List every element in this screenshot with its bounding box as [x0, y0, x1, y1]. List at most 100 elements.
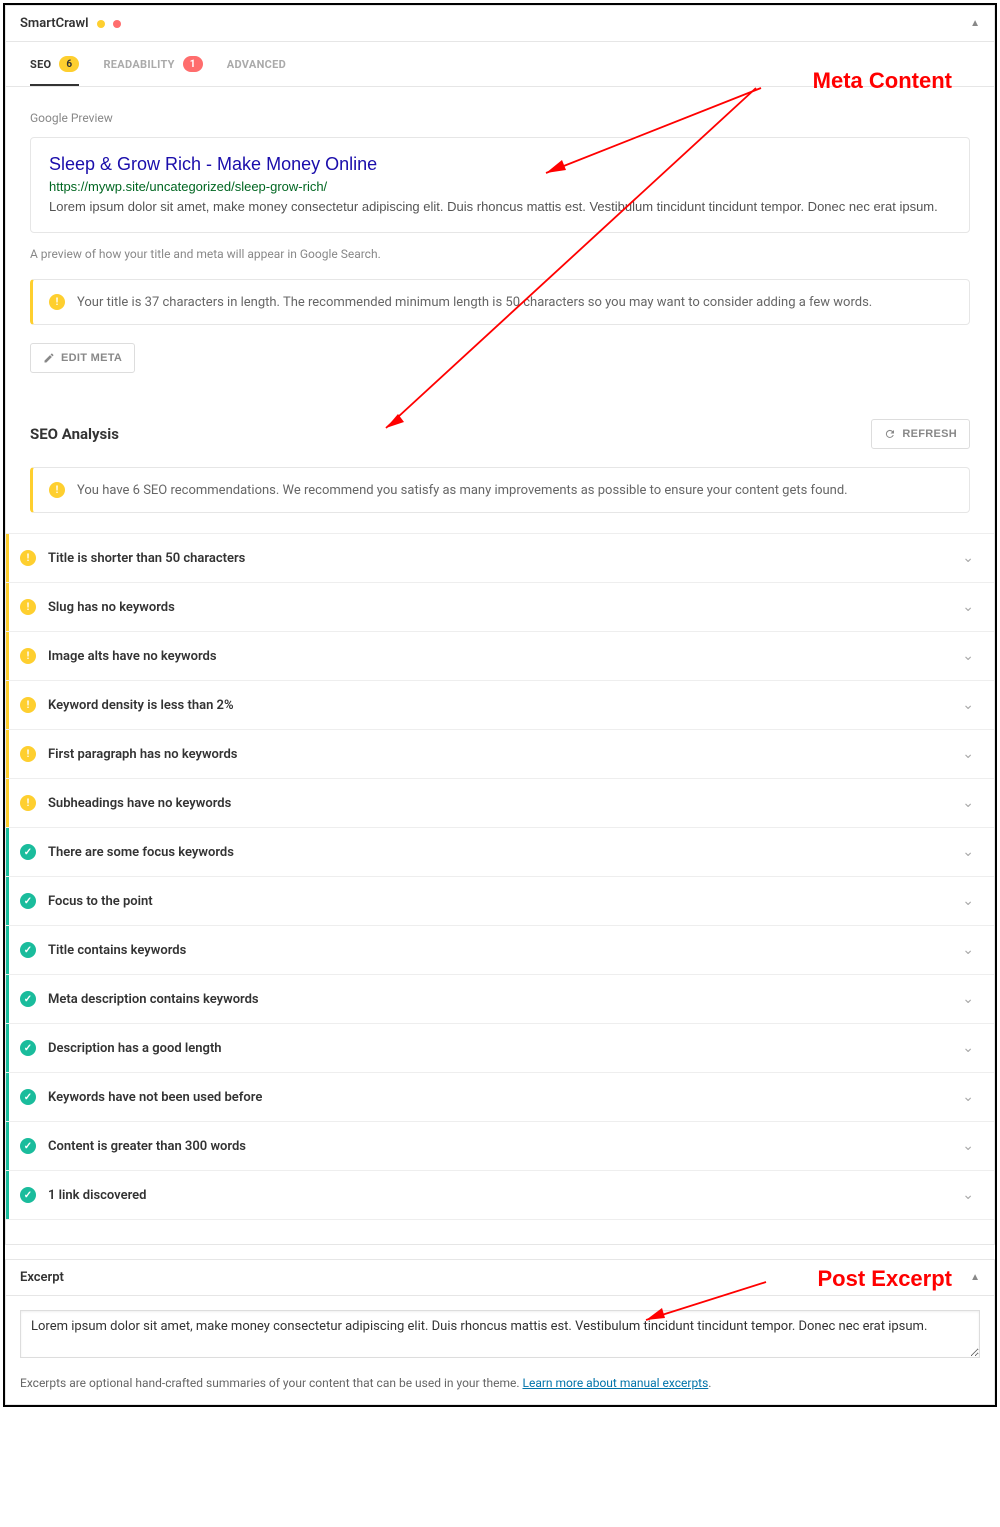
- analysis-item[interactable]: ! Image alts have no keywords ⌄: [6, 631, 994, 680]
- analysis-item[interactable]: ! First paragraph has no keywords ⌄: [6, 729, 994, 778]
- analysis-item[interactable]: ! Subheadings have no keywords ⌄: [6, 778, 994, 827]
- check-icon: ✓: [20, 844, 36, 860]
- excerpt-help: Excerpts are optional hand-crafted summa…: [6, 1376, 994, 1404]
- chevron-down-icon: ⌄: [962, 697, 974, 713]
- analysis-item-label: 1 link discovered: [48, 1188, 146, 1203]
- notice-text: Your title is 37 characters in length. T…: [77, 295, 872, 310]
- chevron-down-icon: ⌄: [962, 1089, 974, 1105]
- analysis-item[interactable]: ✓ There are some focus keywords ⌄: [6, 827, 994, 876]
- refresh-icon: [884, 428, 896, 440]
- check-icon: ✓: [20, 893, 36, 909]
- analysis-items: ! Title is shorter than 50 characters ⌄! Sl…: [6, 533, 994, 1220]
- excerpt-textarea[interactable]: [20, 1310, 980, 1358]
- analysis-item-label: First paragraph has no keywords: [48, 747, 237, 762]
- analysis-item[interactable]: ✓ 1 link discovered ⌄: [6, 1170, 994, 1219]
- edit-meta-label: EDIT META: [61, 352, 122, 364]
- analysis-item-label: Slug has no keywords: [48, 600, 175, 615]
- panel-header[interactable]: SmartCrawl ▲: [6, 6, 994, 42]
- analysis-item-label: Keyword density is less than 2%: [48, 698, 234, 713]
- analysis-item-label: Keywords have not been used before: [48, 1090, 262, 1105]
- check-icon: ✓: [20, 1187, 36, 1203]
- excerpt-help-link[interactable]: Learn more about manual excerpts: [523, 1376, 709, 1390]
- analysis-item[interactable]: ! Slug has no keywords ⌄: [6, 582, 994, 631]
- excerpt-panel: Excerpt ▲ Excerpts are optional hand-cra…: [5, 1259, 995, 1405]
- chevron-down-icon: ⌄: [962, 942, 974, 958]
- analysis-item-label: Title contains keywords: [48, 943, 186, 958]
- check-icon: ✓: [20, 1089, 36, 1105]
- seo-analysis-title: SEO Analysis: [30, 425, 119, 443]
- title-length-notice: ! Your title is 37 characters in length.…: [30, 279, 970, 325]
- chevron-down-icon: ⌄: [962, 844, 974, 860]
- analysis-item-label: Subheadings have no keywords: [48, 796, 231, 811]
- chevron-down-icon: ⌄: [962, 648, 974, 664]
- analysis-item[interactable]: ✓ Meta description contains keywords ⌄: [6, 974, 994, 1023]
- pencil-icon: [43, 352, 55, 364]
- smartcrawl-panel: SmartCrawl ▲ SEO 6 READABILITY 1 ADVANCE…: [5, 5, 995, 1245]
- tab-readability[interactable]: READABILITY 1: [103, 42, 202, 86]
- collapse-icon[interactable]: ▲: [970, 18, 980, 29]
- annotation-post-excerpt: Post Excerpt: [818, 1266, 953, 1292]
- warning-icon: !: [20, 795, 36, 811]
- analysis-item-label: Meta description contains keywords: [48, 992, 259, 1007]
- warning-icon: !: [20, 697, 36, 713]
- analysis-item[interactable]: ✓ Content is greater than 300 words ⌄: [6, 1121, 994, 1170]
- chevron-down-icon: ⌄: [962, 746, 974, 762]
- check-icon: ✓: [20, 991, 36, 1007]
- tab-advanced-label: ADVANCED: [227, 58, 286, 71]
- tab-readability-badge: 1: [183, 56, 203, 72]
- edit-meta-button[interactable]: EDIT META: [30, 343, 135, 373]
- warning-icon: !: [49, 294, 65, 310]
- tab-readability-label: READABILITY: [103, 58, 174, 71]
- analysis-item[interactable]: ✓ Description has a good length ⌄: [6, 1023, 994, 1072]
- warning-icon: !: [49, 482, 65, 498]
- analysis-item[interactable]: ✓ Focus to the point ⌄: [6, 876, 994, 925]
- analysis-notice-text: You have 6 SEO recommendations. We recom…: [77, 483, 848, 498]
- excerpt-title: Excerpt: [20, 1270, 64, 1285]
- tab-seo-label: SEO: [30, 58, 51, 71]
- chevron-down-icon: ⌄: [962, 893, 974, 909]
- chevron-down-icon: ⌄: [962, 550, 974, 566]
- check-icon: ✓: [20, 942, 36, 958]
- chevron-down-icon: ⌄: [962, 1138, 974, 1154]
- warning-icon: !: [20, 746, 36, 762]
- refresh-label: REFRESH: [902, 428, 957, 440]
- tab-seo[interactable]: SEO 6: [30, 42, 79, 86]
- status-dot-warning-icon: [97, 20, 105, 28]
- chevron-down-icon: ⌄: [962, 795, 974, 811]
- analysis-item-label: Content is greater than 300 words: [48, 1139, 246, 1154]
- tab-seo-badge: 6: [59, 56, 79, 72]
- warning-icon: !: [20, 550, 36, 566]
- tab-advanced[interactable]: ADVANCED: [227, 42, 286, 86]
- analysis-item-label: Title is shorter than 50 characters: [48, 551, 245, 566]
- analysis-item[interactable]: ! Title is shorter than 50 characters ⌄: [6, 533, 994, 582]
- excerpt-help-text: Excerpts are optional hand-crafted summa…: [20, 1376, 523, 1390]
- analysis-item[interactable]: ✓ Title contains keywords ⌄: [6, 925, 994, 974]
- analysis-item-label: Description has a good length: [48, 1041, 222, 1056]
- status-dot-error-icon: [113, 20, 121, 28]
- analysis-item[interactable]: ! Keyword density is less than 2% ⌄: [6, 680, 994, 729]
- chevron-down-icon: ⌄: [962, 1040, 974, 1056]
- chevron-down-icon: ⌄: [962, 599, 974, 615]
- warning-icon: !: [20, 648, 36, 664]
- warning-icon: !: [20, 599, 36, 615]
- check-icon: ✓: [20, 1040, 36, 1056]
- analysis-item-label: Focus to the point: [48, 894, 153, 909]
- analysis-item[interactable]: ✓ Keywords have not been used before ⌄: [6, 1072, 994, 1121]
- analysis-item-label: Image alts have no keywords: [48, 649, 217, 664]
- google-url: https://mywp.site/uncategorized/sleep-gr…: [49, 179, 951, 194]
- analysis-item-label: There are some focus keywords: [48, 845, 234, 860]
- chevron-down-icon: ⌄: [962, 991, 974, 1007]
- google-preview-box: Sleep & Grow Rich - Make Money Online ht…: [30, 137, 970, 233]
- seo-analysis-header: SEO Analysis REFRESH: [30, 419, 970, 449]
- google-preview-label: Google Preview: [30, 111, 970, 125]
- panel-title: SmartCrawl: [20, 16, 89, 31]
- collapse-icon[interactable]: ▲: [970, 1272, 980, 1283]
- refresh-button[interactable]: REFRESH: [871, 419, 970, 449]
- analysis-summary-notice: ! You have 6 SEO recommendations. We rec…: [30, 467, 970, 513]
- google-title: Sleep & Grow Rich - Make Money Online: [49, 154, 951, 175]
- check-icon: ✓: [20, 1138, 36, 1154]
- preview-helper-text: A preview of how your title and meta wil…: [30, 247, 970, 261]
- chevron-down-icon: ⌄: [962, 1187, 974, 1203]
- annotation-meta-content: Meta Content: [813, 68, 952, 94]
- google-description: Lorem ipsum dolor sit amet, make money c…: [49, 198, 951, 216]
